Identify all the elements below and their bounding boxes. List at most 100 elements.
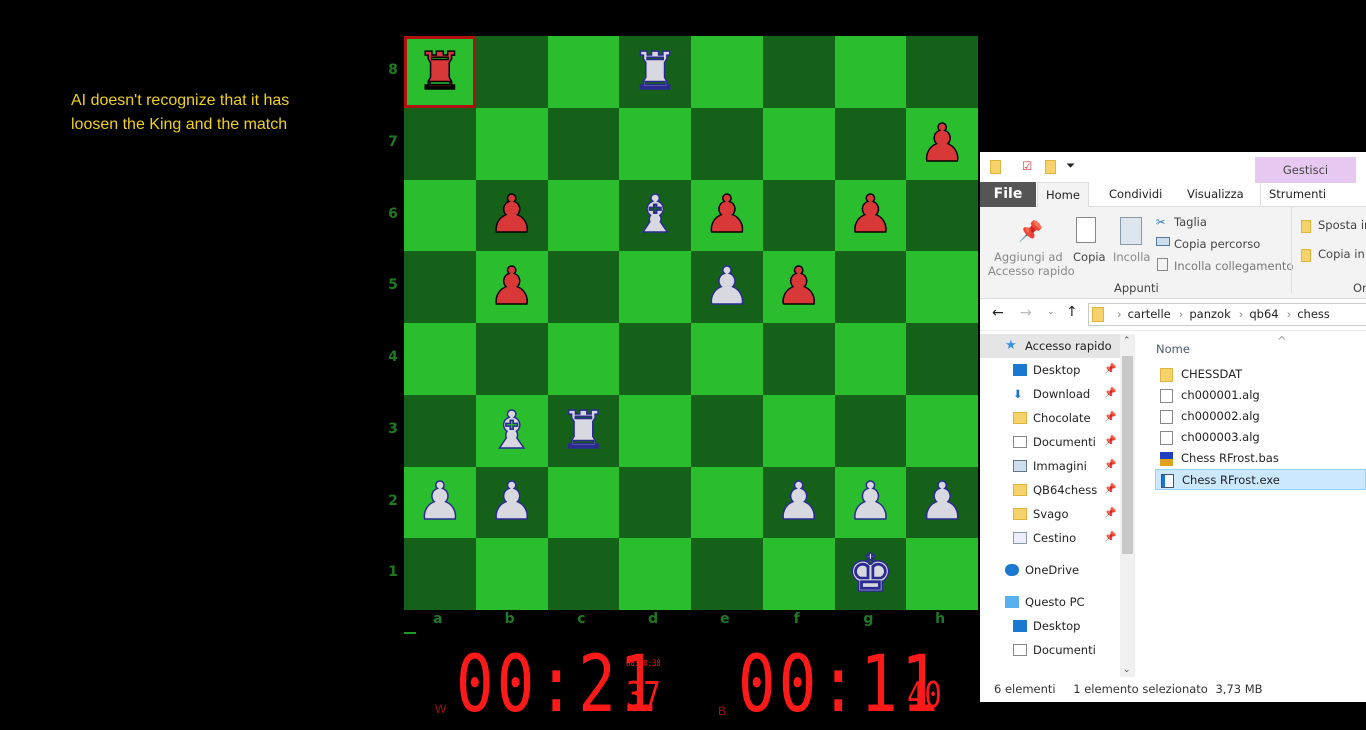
new-folder-icon[interactable]: [1045, 160, 1056, 174]
file-item[interactable]: Chess RFrost.exe: [1155, 469, 1366, 490]
square-c8[interactable]: [547, 36, 620, 108]
copy-path-button[interactable]: Copia percorso: [1174, 237, 1260, 251]
square-h8[interactable]: [906, 36, 978, 108]
breadcrumb-panzok[interactable]: panzok: [1189, 307, 1230, 321]
square-c4[interactable]: [547, 323, 620, 395]
square-f4[interactable]: [762, 323, 835, 395]
pin-icon[interactable]: 📌: [1104, 358, 1116, 382]
square-g3[interactable]: [834, 394, 907, 467]
square-a6[interactable]: [404, 179, 476, 252]
copy-to-button[interactable]: Copia in: [1318, 247, 1365, 261]
square-a8[interactable]: ♜: [404, 36, 476, 108]
pin-icon[interactable]: 📌: [1104, 454, 1116, 478]
square-e4[interactable]: [691, 323, 763, 395]
square-g1[interactable]: ♚: [834, 538, 907, 610]
black-pawn-icon[interactable]: ♟: [918, 117, 966, 171]
square-c1[interactable]: [547, 538, 620, 610]
tab-gestisci[interactable]: Gestisci: [1255, 157, 1356, 183]
breadcrumb-qb64[interactable]: qb64: [1249, 307, 1278, 321]
tab-strumenti[interactable]: Strumenti applicaz: [1260, 182, 1366, 226]
square-d4[interactable]: [619, 323, 691, 395]
file-item[interactable]: CHESSDAT: [1155, 364, 1366, 385]
scroll-down-icon[interactable]: ⌄: [1123, 665, 1131, 675]
square-f7[interactable]: [762, 107, 835, 180]
square-d6[interactable]: ♝: [619, 179, 691, 252]
square-b6[interactable]: ♟: [475, 179, 548, 252]
white-bishop-icon[interactable]: ♝: [488, 404, 536, 458]
square-h4[interactable]: [906, 323, 978, 395]
breadcrumb-separator-icon[interactable]: ›: [1117, 307, 1122, 321]
nav-item-chocolate[interactable]: Chocolate 📌: [980, 406, 1135, 430]
chess-board[interactable]: ♜ ♜ ♟ ♟ ♝ ♟ ♟ ♟ ♟ ♟ ♝ ♜ ♟ ♟ ♟ ♟ ♟ ♚: [404, 36, 978, 610]
breadcrumb-separator-icon[interactable]: ›: [1179, 307, 1184, 321]
back-icon[interactable]: ←: [992, 305, 1004, 321]
pin-icon[interactable]: 📌: [1104, 478, 1116, 502]
breadcrumb-chess[interactable]: chess: [1297, 307, 1330, 321]
square-a1[interactable]: [404, 538, 476, 610]
square-f5[interactable]: ♟: [762, 251, 835, 323]
cut-button[interactable]: Taglia: [1174, 215, 1207, 229]
nav-scrollbar[interactable]: ⌃ ⌄: [1120, 334, 1135, 677]
pin-icon[interactable]: 📌: [1104, 430, 1116, 454]
square-h6[interactable]: [906, 179, 978, 252]
white-pawn-icon[interactable]: ♟: [775, 476, 823, 530]
square-h2[interactable]: ♟: [906, 466, 978, 539]
pin-quick-access-button[interactable]: Aggiungi ad: [994, 250, 1063, 264]
pin-icon[interactable]: 📌: [1104, 406, 1116, 430]
nav-item-cestino[interactable]: Cestino 📌: [980, 526, 1135, 550]
square-h3[interactable]: [906, 394, 978, 467]
black-rook-icon[interactable]: ♜: [416, 45, 464, 99]
file-item[interactable]: Chess RFrost.bas: [1155, 448, 1366, 469]
square-b7[interactable]: [475, 107, 548, 180]
square-g7[interactable]: [834, 107, 907, 180]
address-bar[interactable]: › cartelle › panzok › qb64 › chess: [1088, 303, 1366, 326]
pin-icon[interactable]: 📌: [1104, 382, 1116, 406]
square-a7[interactable]: [404, 107, 476, 180]
square-f2[interactable]: ♟: [762, 466, 835, 539]
breadcrumb-separator-icon[interactable]: ›: [1239, 307, 1244, 321]
recent-locations-icon[interactable]: ⌄: [1047, 307, 1055, 317]
copy-button[interactable]: Copia: [1073, 250, 1106, 264]
nav-item-qb64chess[interactable]: QB64chess 📌: [980, 478, 1135, 502]
white-rook-icon[interactable]: ♜: [631, 45, 679, 99]
square-h5[interactable]: [906, 251, 978, 323]
black-pawn-icon[interactable]: ♟: [488, 189, 536, 243]
square-d2[interactable]: [619, 466, 691, 539]
move-to-button[interactable]: Sposta in: [1318, 218, 1366, 232]
square-b2[interactable]: ♟: [475, 466, 548, 539]
white-pawn-icon[interactable]: ♟: [846, 476, 894, 530]
properties-icon[interactable]: ☑: [1022, 159, 1032, 173]
square-b3[interactable]: ♝: [475, 394, 548, 467]
square-a4[interactable]: [404, 323, 476, 395]
square-h1[interactable]: [906, 538, 978, 610]
nav-item-documenti[interactable]: Documenti: [980, 638, 1135, 662]
scroll-up-icon[interactable]: ⌃: [1123, 336, 1131, 346]
square-b1[interactable]: [475, 538, 548, 610]
square-f3[interactable]: [762, 394, 835, 467]
square-d7[interactable]: [619, 107, 691, 180]
square-b4[interactable]: [475, 323, 548, 395]
file-item[interactable]: ch000003.alg: [1155, 427, 1366, 448]
square-b5[interactable]: ♟: [475, 251, 548, 323]
square-d3[interactable]: [619, 394, 691, 467]
square-b8[interactable]: [475, 36, 548, 108]
square-f1[interactable]: [762, 538, 835, 610]
square-c7[interactable]: [547, 107, 620, 180]
white-pawn-icon[interactable]: ♟: [918, 476, 966, 530]
square-d8[interactable]: ♜: [619, 36, 691, 108]
square-e8[interactable]: [691, 36, 763, 108]
square-d5[interactable]: [619, 251, 691, 323]
black-pawn-icon[interactable]: ♟: [775, 260, 823, 314]
paste-link-button[interactable]: Incolla collegamento: [1174, 259, 1293, 273]
breadcrumb-cartelle[interactable]: cartelle: [1128, 307, 1171, 321]
nav-item-desktop[interactable]: Desktop 📌: [980, 358, 1135, 382]
square-f6[interactable]: [762, 179, 835, 252]
scrollbar-thumb[interactable]: [1122, 356, 1133, 554]
square-e7[interactable]: [691, 107, 763, 180]
nav-item-documenti[interactable]: Documenti 📌: [980, 430, 1135, 454]
customize-toolbar-icon[interactable]: ⏷: [1066, 158, 1075, 173]
square-e3[interactable]: [691, 394, 763, 467]
square-d1[interactable]: [619, 538, 691, 610]
square-e6[interactable]: ♟: [691, 179, 763, 252]
square-c2[interactable]: [547, 466, 620, 539]
